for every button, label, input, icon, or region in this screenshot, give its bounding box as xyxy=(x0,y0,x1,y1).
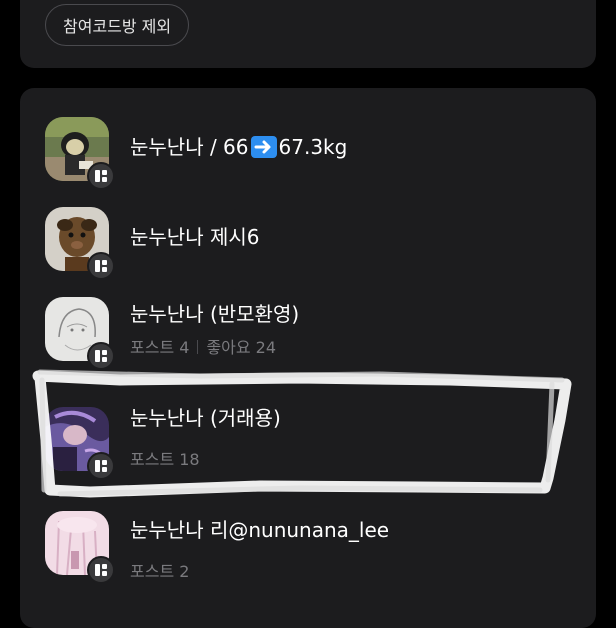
arrow-right-icon xyxy=(250,136,277,158)
room-list: 눈누난나 / 66 67.3kg 눈누난나 제시6 눈누난나 (반모환영) 포스… xyxy=(20,88,596,628)
room-type-badge-icon xyxy=(87,556,115,584)
list-item[interactable]: 눈누난나 / 66 67.3kg xyxy=(20,104,596,194)
room-meta: 포스트 2 xyxy=(130,558,189,582)
room-title: 눈누난나 (반모환영) xyxy=(130,302,300,326)
like-count: 좋아요 24 xyxy=(206,338,277,357)
room-title: 눈누난나 (거래용) xyxy=(130,406,281,430)
room-type-badge-icon xyxy=(87,452,115,480)
room-title-prefix: 눈누난나 / 66 xyxy=(130,135,249,159)
post-count: 포스트 2 xyxy=(130,562,190,581)
list-item[interactable]: 눈누난나 (거래용) 포스트 18 xyxy=(20,394,596,484)
list-item[interactable]: 눈누난나 제시6 xyxy=(20,194,596,284)
room-meta: 포스트 4 좋아요 24 xyxy=(130,334,276,358)
room-title: 눈누난나 리@nununana_lee xyxy=(130,518,390,542)
post-count: 포스트 4 xyxy=(130,338,190,357)
post-count: 포스트 18 xyxy=(130,450,200,469)
room-title-suffix: 67.3kg xyxy=(278,135,348,159)
room-type-badge-icon xyxy=(87,252,115,280)
list-item[interactable]: 눈누난나 (반모환영) 포스트 4 좋아요 24 xyxy=(20,284,596,374)
room-type-badge-icon xyxy=(87,162,115,190)
room-type-badge-icon xyxy=(87,342,115,370)
filter-card: 참여코드방 제외 xyxy=(20,0,596,68)
room-title: 눈누난나 제시6 xyxy=(130,225,260,249)
list-item[interactable]: 눈누난나 리@nununana_lee 포스트 2 xyxy=(20,498,596,588)
filter-chip-exclude-code-rooms[interactable]: 참여코드방 제외 xyxy=(45,4,190,46)
filter-chip-label: 참여코드방 제외 xyxy=(63,17,172,36)
room-meta: 포스트 18 xyxy=(130,446,200,470)
meta-divider xyxy=(197,340,199,354)
room-title: 눈누난나 / 66 67.3kg xyxy=(130,131,347,160)
